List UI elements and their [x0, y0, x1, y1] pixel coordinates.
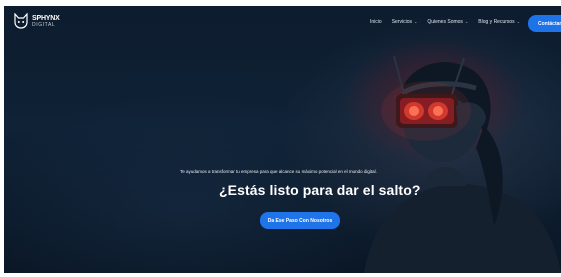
chevron-down-icon: ⌄ [413, 19, 418, 24]
brand-name: SPHYNX [32, 14, 60, 22]
nav-item-label: Quienes Somos [427, 19, 463, 25]
contact-button[interactable]: Contáctanos [528, 15, 561, 32]
main-nav: Inicio Servicios ⌄ Quienes Somos ⌄ Blog y … [370, 19, 530, 25]
hero-background-image [364, 55, 561, 273]
nav-item-quienes-somos[interactable]: Quienes Somos ⌄ [427, 19, 468, 25]
page-frame: SPHYNX DIGITAL Inicio Servicios ⌄ Quienes… [0, 0, 561, 277]
hero-tagline: Te ayudamos a transformar tu empresa par… [180, 169, 377, 174]
sphynx-cat-icon [14, 13, 28, 29]
nav-item-label: Inicio [370, 19, 382, 25]
nav-item-servicios[interactable]: Servicios ⌄ [392, 19, 418, 25]
brand-logo[interactable]: SPHYNX DIGITAL [14, 13, 60, 29]
nav-item-label: Blog y Recursos [478, 19, 515, 25]
hero-section: SPHYNX DIGITAL Inicio Servicios ⌄ Quienes… [4, 6, 561, 273]
brand-subtitle: DIGITAL [32, 21, 56, 28]
nav-item-label: Servicios [391, 19, 412, 25]
hero-headline: ¿Estás listo para dar el salto? [219, 182, 421, 198]
top-navbar: SPHYNX DIGITAL Inicio Servicios ⌄ Quienes… [4, 6, 561, 36]
hero-cta-button[interactable]: Da Ese Paso Con Nosotros [260, 212, 340, 229]
chevron-down-icon: ⌄ [464, 19, 469, 24]
nav-item-blog-recursos[interactable]: Blog y Recursos ⌄ [478, 19, 520, 25]
chevron-down-icon: ⌄ [516, 19, 521, 24]
nav-item-inicio[interactable]: Inicio [370, 19, 382, 25]
